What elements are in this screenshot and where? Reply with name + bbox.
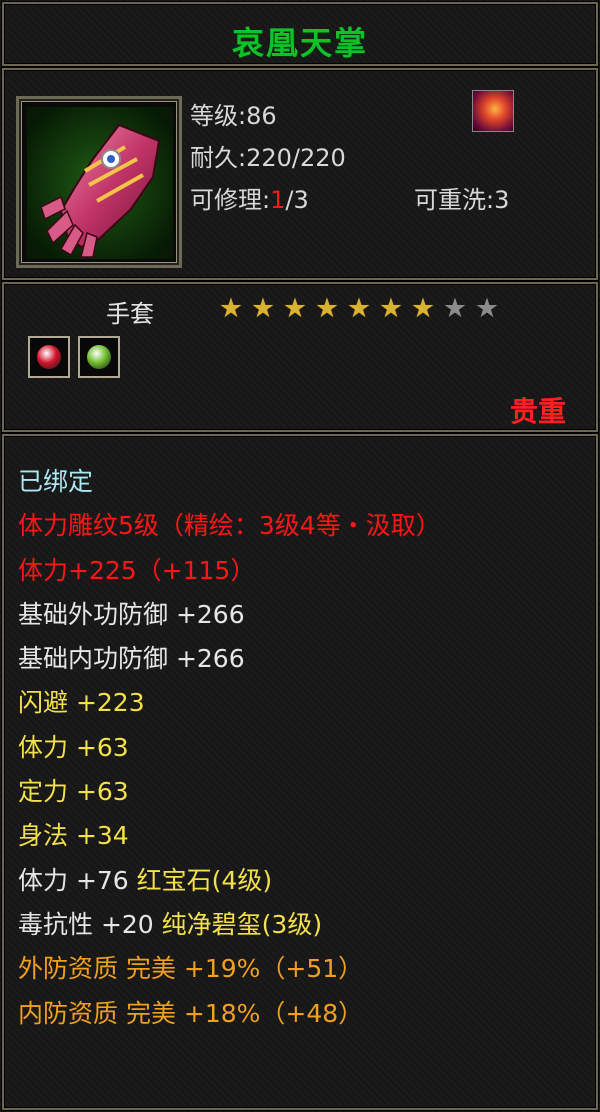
item-durability: 耐久:220/220 bbox=[190, 144, 346, 172]
star-rating: ★ ★ ★ ★ ★ ★ ★ ★ ★ bbox=[216, 294, 502, 324]
ruby-socket-icon bbox=[28, 336, 70, 378]
gauntlet-icon bbox=[16, 96, 182, 268]
attribute-line: 体力 +76 红宝石(4级) bbox=[18, 859, 441, 903]
item-rewash: 可重洗:3 bbox=[414, 186, 510, 214]
item-repair: 可修理:1/3 bbox=[190, 180, 309, 215]
attribute-line: 身法 +34 bbox=[18, 821, 129, 851]
title-bar: 哀凰天掌 bbox=[2, 2, 598, 66]
item-type: 手套 bbox=[106, 300, 154, 328]
flame-skill-icon bbox=[472, 90, 514, 132]
star-filled-icon: ★ bbox=[218, 293, 244, 324]
item-info-panel bbox=[2, 68, 598, 280]
repair-label: 可修理: bbox=[190, 186, 271, 214]
attribute-line: 体力+225（+115） bbox=[18, 555, 256, 585]
attribute-segment: 纯净碧玺(3级) bbox=[161, 909, 323, 939]
item-tooltip: 哀凰天掌 等级:86 耐久:220/220 可修理:1/3 可重洗:3 手套 ★… bbox=[0, 0, 600, 1112]
attribute-line: 已绑定 bbox=[18, 467, 94, 496]
attribute-segment: 毒抗性 +20 bbox=[18, 909, 162, 939]
attribute-line: 定力 +63 bbox=[18, 777, 129, 807]
attribute-line: 毒抗性 +20 纯净碧玺(3级) bbox=[18, 903, 441, 947]
attribute-line: 体力雕纹5级（精绘：3级4等・汲取） bbox=[18, 511, 441, 541]
star-filled-icon: ★ bbox=[282, 293, 308, 324]
rarity-label: 贵重 bbox=[509, 395, 566, 428]
star-filled-icon: ★ bbox=[346, 293, 372, 324]
attribute-line: 闪避 +223 bbox=[18, 688, 145, 718]
attribute-line: 体力 +63 bbox=[18, 732, 129, 762]
repair-max: /3 bbox=[285, 186, 309, 214]
item-level: 等级:86 bbox=[190, 102, 277, 130]
attribute-segment: 红宝石(4级) bbox=[136, 865, 273, 895]
star-filled-icon: ★ bbox=[410, 293, 436, 324]
jade-socket-icon bbox=[78, 336, 120, 378]
star-empty-icon: ★ bbox=[474, 293, 500, 324]
attribute-segment: 体力 +76 bbox=[18, 865, 137, 895]
star-filled-icon: ★ bbox=[250, 293, 276, 324]
star-filled-icon: ★ bbox=[378, 293, 404, 324]
attribute-line: 外防资质 完美 +19%（+51） bbox=[18, 954, 364, 984]
attribute-line: 基础外功防御 +266 bbox=[18, 599, 245, 629]
attribute-line: 基础内功防御 +266 bbox=[18, 644, 245, 674]
attribute-line: 内防资质 完美 +18%（+48） bbox=[18, 998, 364, 1028]
attribute-list: 已绑定体力雕纹5级（精绘：3级4等・汲取） 体力+225（+115） 基础外功防御 … bbox=[18, 460, 441, 1036]
star-empty-icon: ★ bbox=[442, 293, 468, 324]
star-filled-icon: ★ bbox=[314, 293, 340, 324]
item-name: 哀凰天掌 bbox=[231, 24, 368, 62]
repair-count: 1 bbox=[270, 186, 286, 214]
